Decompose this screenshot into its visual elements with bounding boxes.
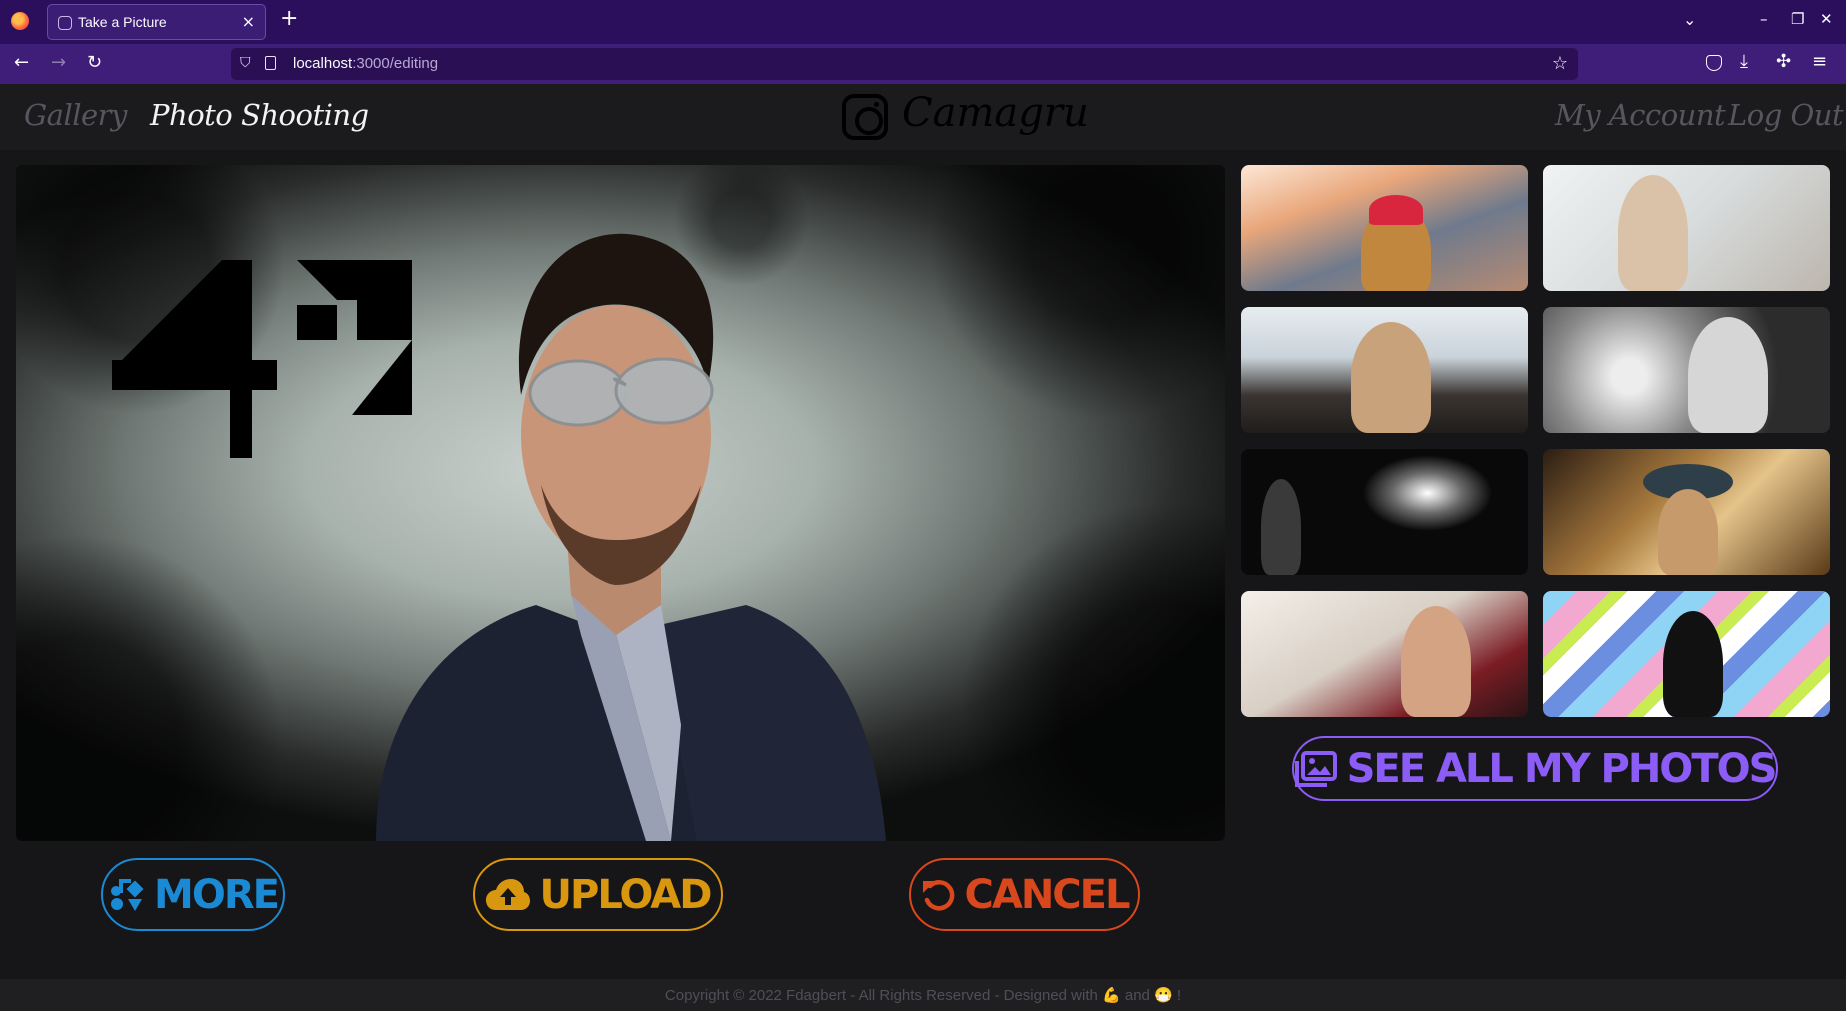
browser-nav-bar: ← → ↻ ⛉ localhost:3000/editing ☆ ⤓ ✣ ≡ (0, 44, 1846, 84)
undo-icon (922, 879, 954, 910)
see-all-photos-label: SEE ALL MY PHOTOS (1346, 745, 1778, 792)
tab-favicon-icon (58, 16, 72, 30)
upload-button[interactable]: UPLOAD (473, 858, 723, 931)
see-all-photos-button[interactable]: SEE ALL MY PHOTOS (1292, 736, 1778, 801)
menu-icon[interactable]: ≡ (1812, 51, 1827, 73)
copyright-text: Copyright © 2022 Fdagbert - All Rights R… (664, 987, 1182, 1004)
new-tab-icon[interactable]: + (280, 8, 298, 30)
photo-thumbnail[interactable] (1241, 449, 1528, 575)
more-button[interactable]: MORE (101, 858, 285, 931)
recent-photos-grid (1241, 165, 1830, 720)
photo-thumbnail[interactable] (1543, 307, 1830, 433)
browser-tab[interactable]: Take a Picture × (47, 4, 266, 40)
nav-photo-shooting[interactable]: Photo Shooting (150, 98, 369, 132)
music-shapes-icon (111, 878, 144, 911)
download-icon[interactable]: ⤓ (1740, 51, 1748, 73)
cancel-button[interactable]: CANCEL (909, 858, 1140, 931)
person-portrait (376, 233, 886, 841)
cloud-upload-icon (485, 878, 530, 910)
photo-thumbnail[interactable] (1241, 307, 1528, 433)
images-icon (1294, 750, 1337, 787)
shield-icon[interactable]: ⛉ (240, 55, 251, 71)
app-header: Gallery Photo Shooting Camagru My Accoun… (0, 84, 1846, 150)
more-label: MORE (154, 871, 280, 918)
page-info-icon[interactable] (265, 56, 276, 70)
photo-thumbnail[interactable] (1241, 165, 1528, 291)
nav-my-account[interactable]: My Account (1555, 98, 1726, 132)
tab-title: Take a Picture (78, 14, 167, 30)
cancel-label: CANCEL (964, 871, 1131, 918)
upload-label: UPLOAD (539, 871, 713, 918)
photo-thumbnail[interactable] (1543, 449, 1830, 575)
footer: Copyright © 2022 Fdagbert - All Rights R… (0, 979, 1846, 1011)
nav-log-out[interactable]: Log Out (1728, 98, 1844, 132)
reload-icon[interactable]: ↻ (87, 52, 102, 74)
restore-icon[interactable]: ❐ (1791, 10, 1804, 28)
url-text[interactable]: localhost:3000/editing (293, 55, 438, 72)
photo-thumbnail[interactable] (1543, 165, 1830, 291)
pocket-icon[interactable] (1706, 55, 1722, 71)
close-window-icon[interactable]: ✕ (1820, 10, 1833, 28)
photo-thumbnail[interactable] (1543, 591, 1830, 717)
photo-preview[interactable] (16, 165, 1225, 841)
url-bar[interactable]: ⛉ localhost:3000/editing ☆ (231, 48, 1578, 80)
bookmark-star-icon[interactable]: ☆ (1552, 53, 1568, 74)
photo-thumbnail[interactable] (1241, 591, 1528, 717)
extensions-icon[interactable]: ✣ (1776, 51, 1791, 73)
brand-logo[interactable]: Camagru (902, 90, 1089, 136)
nav-gallery[interactable]: Gallery (24, 98, 127, 132)
back-icon[interactable]: ← (14, 52, 29, 74)
instagram-camera-icon[interactable] (842, 94, 888, 140)
browser-tab-bar: Take a Picture × + ⌄ – ❐ ✕ (0, 0, 1846, 44)
firefox-logo-icon[interactable] (11, 12, 29, 30)
forward-icon[interactable]: → (51, 52, 66, 74)
tab-list-chevron-icon[interactable]: ⌄ (1683, 10, 1696, 29)
tab-close-icon[interactable]: × (242, 12, 255, 31)
minimize-icon[interactable]: – (1760, 10, 1768, 28)
